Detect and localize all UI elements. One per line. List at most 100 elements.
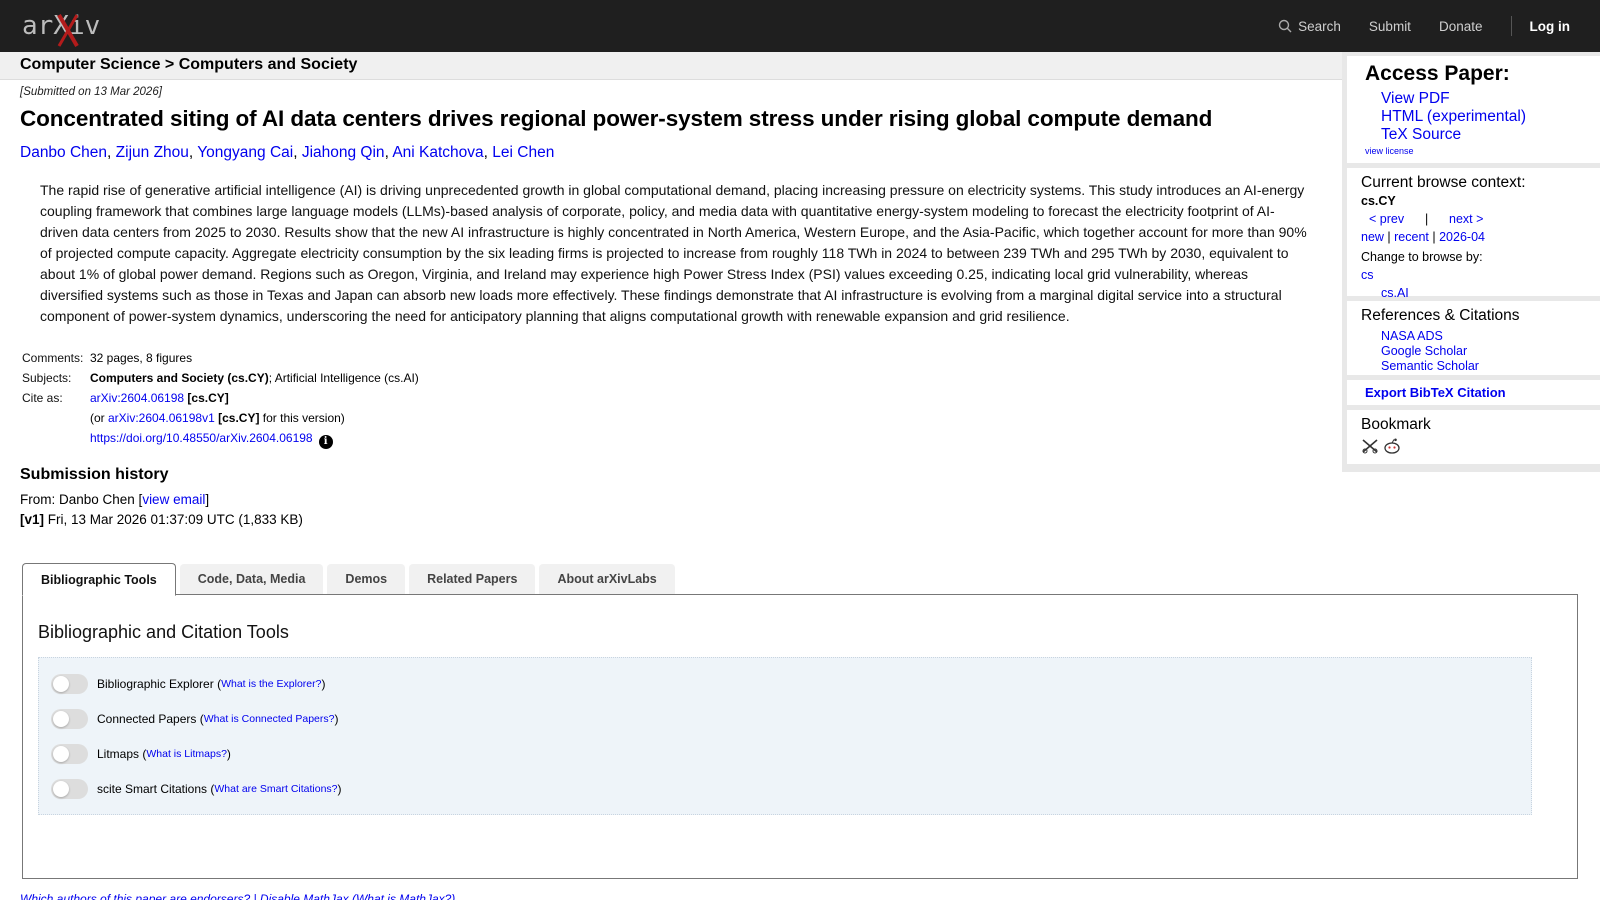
access-paper-heading: Access Paper: [1365,62,1510,85]
subjects-label: Subjects: [22,371,72,385]
browse-context-heading: Current browse context: [1361,174,1526,191]
sidebar: Access Paper: View PDF HTML (experimenta… [1342,52,1600,472]
author-link[interactable]: Lei Chen [492,144,554,161]
top-navbar: arXiv Search Submit Donate Log in [0,0,1600,52]
metadata-table: Comments: 32 pages, 8 figures Subjects: … [20,349,423,452]
subjects-value: Computers and Society (cs.CY); Artificia… [88,369,423,389]
footer-links[interactable]: Which authors of this paper are endorser… [20,892,455,900]
submitted-date: [Submitted on 13 Mar 2026] [20,86,162,98]
tex-source-link[interactable]: TeX Source [1381,126,1461,143]
html-link[interactable]: HTML (experimental) [1381,108,1526,125]
labs-tabs: Bibliographic Tools Code, Data, Media De… [22,562,679,596]
view-email-link[interactable]: view email [142,492,205,507]
new-link[interactable]: new [1361,230,1384,244]
search-link[interactable]: Search [1278,19,1341,34]
toggle-label: Connected Papers [97,712,197,726]
version-date: Fri, 13 Mar 2026 01:37:09 UTC (1,833 KB) [44,512,303,527]
references-heading: References & Citations [1361,307,1520,324]
toggle-help-link[interactable]: What is the Explorer? [221,678,321,690]
google-scholar-link[interactable]: Google Scholar [1381,344,1467,358]
author-link[interactable]: Jiahong Qin [302,144,385,161]
submitter-close: ] [205,492,210,507]
nasa-ads-link[interactable]: NASA ADS [1381,329,1443,343]
access-links: View PDF HTML (experimental) TeX Source [1361,90,1586,144]
tab-about-arxivlabs[interactable]: About arXivLabs [539,564,675,595]
browse-cs-link[interactable]: cs [1361,268,1374,282]
author-link[interactable]: Yongyang Cai [197,144,293,161]
version-tag: [v1] [20,512,45,527]
submit-link[interactable]: Submit [1369,19,1411,34]
browse-csai-link[interactable]: cs.AI [1381,286,1409,300]
arxiv-logo[interactable]: arXiv [22,6,114,48]
view-pdf-link[interactable]: View PDF [1381,90,1450,107]
toggle-switch[interactable] [51,779,88,799]
toggle-help-link[interactable]: What is Connected Papers? [204,713,335,725]
list-links-row: new | recent | 2026-04 [1361,230,1485,244]
arxiv-id-link[interactable]: arXiv:2604.06198 [90,391,184,405]
browse-context-box: Current browse context: cs.CY < prev | n… [1347,168,1600,300]
tab-related-papers[interactable]: Related Papers [409,564,536,595]
version-id-link[interactable]: arXiv:2604.06198v1 [108,411,215,425]
reddit-icon[interactable] [1383,438,1401,454]
toggle-label: Bibliographic Explorer [97,677,214,691]
semantic-scholar-link[interactable]: Semantic Scholar [1381,359,1479,373]
toggle-label: scite Smart Citations [97,782,208,796]
author-list: Danbo Chen, Zijun Zhou, Yongyang Cai, Ji… [20,144,555,161]
tab-demos[interactable]: Demos [327,564,406,595]
toggle-help-link[interactable]: What are Smart Citations? [214,783,337,795]
submission-history: From: Danbo Chen [view email] [v1] Fri, … [20,490,1320,530]
cite-value: arXiv:2604.06198 [cs.CY] [88,389,423,409]
version-category: [cs.CY] [218,411,260,425]
abstract-main: [Submitted on 13 Mar 2026] Concentrated … [20,86,1320,530]
abstract-text: The rapid rise of generative artificial … [40,182,1307,324]
version-cite: (or arXiv:2604.06198v1 [cs.CY] for this … [88,409,423,429]
change-browse-label: Change to browse by: [1361,250,1483,264]
recent-link[interactable]: recent [1394,230,1429,244]
bookmark-heading: Bookmark [1361,416,1431,433]
toggle-row-connected-papers: Connected Papers (What is Connected Pape… [51,709,339,729]
doi-link[interactable]: https://doi.org/10.48550/arXiv.2604.0619… [90,431,313,445]
info-icon[interactable]: i [318,435,333,449]
version-post: for this version) [259,411,345,425]
panel-heading: Bibliographic and Citation Tools [38,622,289,642]
bibsonomy-icon[interactable] [1361,438,1379,454]
search-icon [1278,19,1292,33]
search-label: Search [1298,18,1341,34]
tab-code-data-media[interactable]: Code, Data, Media [179,564,324,595]
view-license-link[interactable]: view license [1365,146,1414,156]
author-link[interactable]: Zijun Zhou [116,144,189,161]
secondary-subjects: ; Artificial Intelligence (cs.AI) [268,371,419,385]
prev-link[interactable]: < prev [1369,212,1404,226]
version-line: [v1] Fri, 13 Mar 2026 01:37:09 UTC (1,83… [20,510,1320,530]
references-box: References & Citations NASA ADS Google S… [1347,301,1600,375]
comments-value: 32 pages, 8 figures [90,351,193,365]
prev-next-sep: | [1424,212,1429,226]
donate-link[interactable]: Donate [1439,19,1483,34]
author-link[interactable]: Danbo Chen [20,144,107,161]
toggle-help-link[interactable]: What is Litmaps? [146,748,227,760]
toggle-switch[interactable] [51,744,88,764]
version-pre: (or [90,411,108,425]
submitter-line: From: Danbo Chen [view email] [20,490,1320,510]
submission-history-heading: Submission history [20,466,169,483]
comments-label: Comments: [22,351,84,365]
export-bibtex-link[interactable]: Export BibTeX Citation [1361,385,1506,400]
breadcrumb: Computer Science > Computers and Society [0,52,1342,80]
paper-title: Concentrated siting of AI data centers d… [20,106,1213,131]
author-link[interactable]: Ani Katchova [392,144,483,161]
primary-subject: Computers and Society (cs.CY) [90,371,269,385]
next-link[interactable]: next > [1449,212,1483,226]
doi-row: https://doi.org/10.48550/arXiv.2604.0619… [88,429,423,452]
date-link[interactable]: 2026-04 [1439,230,1485,244]
toggle-row-explorer: Bibliographic Explorer (What is the Expl… [51,674,325,694]
prev-next-row: < prev | next > [1361,210,1586,228]
toggle-switch[interactable] [51,709,88,729]
top-nav: Search Submit Donate Log in [1278,0,1600,52]
cite-category: [cs.CY] [187,391,229,405]
tab-bibliographic-tools[interactable]: Bibliographic Tools [22,563,176,596]
browse-context-value: cs.CY [1361,194,1396,208]
bibtex-box: Export BibTeX Citation [1347,380,1600,405]
toggle-switch[interactable] [51,674,88,694]
login-link[interactable]: Log in [1530,19,1571,34]
submitter-text: From: Danbo Chen [ [20,492,143,507]
